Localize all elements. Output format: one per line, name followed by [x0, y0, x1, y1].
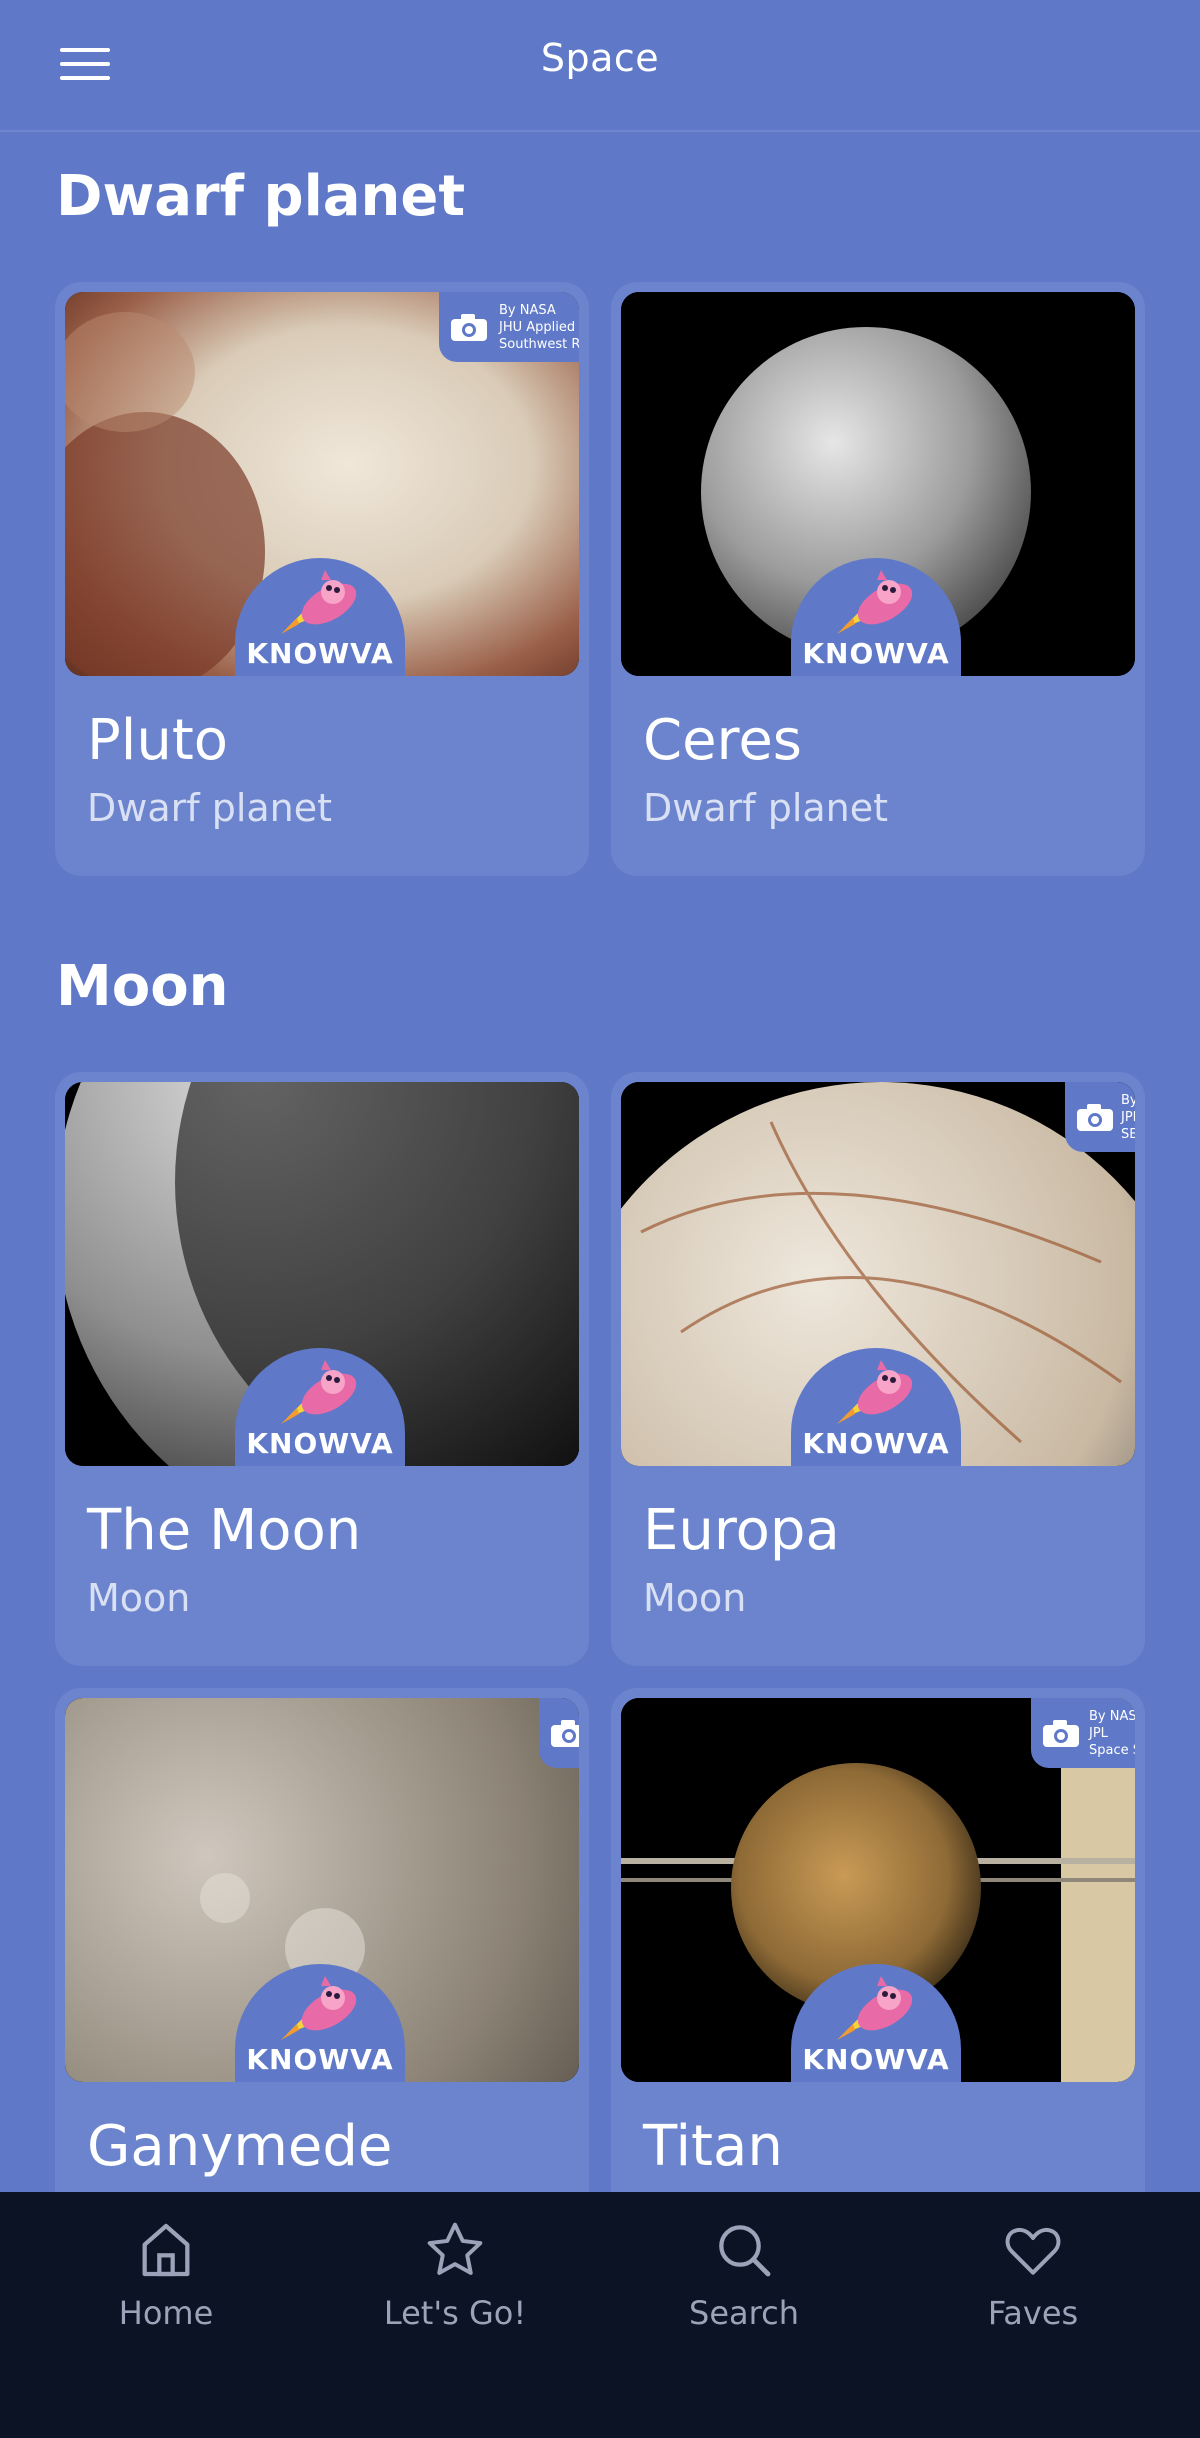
card-pluto[interactable]: By NASA JHU Applied Southwest Re KNOWVA …	[55, 282, 589, 876]
nav-label: Let's Go!	[383, 2294, 527, 2332]
photo-credit-text: By NASA JHU Applied Southwest Re	[499, 303, 579, 352]
photo-credit-text: By NAS JPL Space S	[1089, 1709, 1135, 1758]
content-scroll[interactable]: Dwarf planet By NASA JHU Applied Southwe…	[0, 132, 1200, 2192]
photo-credit-badge[interactable]	[539, 1698, 579, 1768]
nav-search[interactable]: Search	[634, 2218, 854, 2348]
europa-image: By JPL SET KNOWVA	[621, 1082, 1135, 1466]
nav-lets-go[interactable]: Let's Go!	[345, 2218, 565, 2348]
card-ceres[interactable]: KNOWVA Ceres Dwarf planet	[611, 282, 1145, 876]
rocket-mascot-icon	[277, 568, 367, 638]
card-category: Moon	[87, 1576, 191, 1620]
nav-label: Search	[689, 2294, 799, 2332]
rocket-mascot-icon	[833, 1974, 923, 2044]
ceres-image: KNOWVA	[621, 292, 1135, 676]
card-category: Dwarf planet	[87, 786, 333, 830]
page-title: Space	[540, 36, 660, 80]
card-category: Moon	[643, 1576, 747, 1620]
camera-icon	[1043, 1720, 1079, 1747]
photo-credit-badge[interactable]: By NASA JHU Applied Southwest Re	[439, 292, 579, 362]
photo-credit-text: By JPL SET	[1121, 1093, 1135, 1142]
camera-icon	[451, 314, 487, 341]
nav-faves[interactable]: Faves	[923, 2218, 1143, 2348]
app-bar: Space	[0, 0, 1200, 132]
photo-credit-badge[interactable]: By NAS JPL Space S	[1031, 1698, 1135, 1768]
ganymede-image: KNOWVA	[65, 1698, 579, 2082]
rocket-mascot-icon	[277, 1358, 367, 1428]
home-icon	[142, 2223, 190, 2277]
rocket-mascot-icon	[277, 1974, 367, 2044]
rocket-mascot-icon	[833, 568, 923, 638]
titan-image: By NAS JPL Space S KNOWVA	[621, 1698, 1135, 2082]
photo-credit-badge[interactable]: By JPL SET	[1065, 1082, 1135, 1152]
card-title: Ganymede	[87, 2114, 393, 2179]
heart-icon	[1005, 2227, 1061, 2275]
section-title-moon: Moon	[56, 954, 229, 1019]
card-ganymede[interactable]: KNOWVA Ganymede	[55, 1688, 589, 2192]
card-title: Ceres	[643, 708, 802, 773]
card-europa[interactable]: By JPL SET KNOWVA Europa Moon	[611, 1072, 1145, 1666]
card-title: Titan	[643, 2114, 783, 2179]
nav-label: Faves	[987, 2294, 1079, 2332]
search-icon	[719, 2225, 771, 2277]
camera-icon	[1077, 1104, 1113, 1131]
card-title: The Moon	[87, 1498, 362, 1563]
card-title: Pluto	[87, 708, 229, 773]
nav-home[interactable]: Home	[56, 2218, 276, 2348]
pluto-image: By NASA JHU Applied Southwest Re KNOWVA	[65, 292, 579, 676]
card-the-moon[interactable]: KNOWVA The Moon Moon	[55, 1072, 589, 1666]
bottom-navigation: Home Let's Go! Search Faves	[0, 2192, 1200, 2438]
section-title-dwarf-planet: Dwarf planet	[56, 164, 466, 229]
camera-icon	[551, 1720, 579, 1747]
card-titan[interactable]: By NAS JPL Space S KNOWVA Titan	[611, 1688, 1145, 2192]
card-category: Dwarf planet	[643, 786, 889, 830]
card-title: Europa	[643, 1498, 840, 1563]
nav-label: Home	[118, 2294, 214, 2332]
star-icon	[427, 2222, 483, 2275]
rocket-mascot-icon	[833, 1358, 923, 1428]
the-moon-image: KNOWVA	[65, 1082, 579, 1466]
